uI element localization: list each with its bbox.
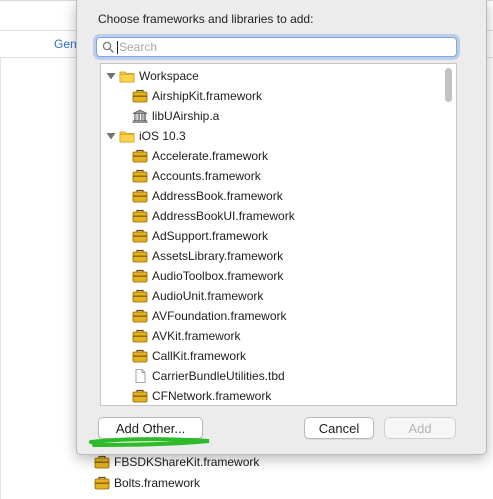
list-item[interactable]: CarrierBundleUtilities.tbd <box>101 366 441 386</box>
framework-toolbox-icon <box>132 209 148 223</box>
list-item-label: Workspace <box>139 69 199 83</box>
linked-framework-label: Bolts.framework <box>114 476 201 490</box>
list-item[interactable]: AVFoundation.framework <box>101 306 441 326</box>
list-item[interactable]: Accounts.framework <box>101 166 441 186</box>
framework-toolbox-icon <box>132 149 148 163</box>
framework-toolbox-icon <box>132 169 148 183</box>
list-item[interactable]: CFNetwork.framework <box>101 386 441 405</box>
left-divider <box>0 58 1 499</box>
list-item[interactable]: CallKit.framework <box>101 346 441 366</box>
disclosure-triangle-icon[interactable] <box>105 130 117 142</box>
linked-framework-item[interactable]: Bolts.framework <box>94 473 200 493</box>
document-icon <box>132 369 148 383</box>
add-button[interactable]: Add <box>384 417 456 439</box>
list-item-label: AVFoundation.framework <box>152 309 287 323</box>
framework-toolbox-icon <box>132 309 148 323</box>
list-item[interactable]: AudioToolbox.framework <box>101 266 441 286</box>
list-item-label: AssetsLibrary.framework <box>152 249 284 263</box>
list-group-row[interactable]: iOS 10.3 <box>101 126 441 146</box>
list-item[interactable]: AddressBook.framework <box>101 186 441 206</box>
disclosure-triangle-icon[interactable] <box>105 70 117 82</box>
text-caret <box>117 40 118 54</box>
tab-general[interactable]: General <box>54 37 76 51</box>
linked-framework-item[interactable]: FBSDKShareKit.framework <box>94 452 259 472</box>
framework-toolbox-icon <box>132 329 148 343</box>
list-item-label: AVKit.framework <box>152 329 241 343</box>
list-item[interactable]: AdSupport.framework <box>101 226 441 246</box>
list-item-label: AddressBook.framework <box>152 189 283 203</box>
list-item[interactable]: libUAirship.a <box>101 106 441 126</box>
linked-framework-label: FBSDKShareKit.framework <box>114 455 260 469</box>
list-item[interactable]: AirshipKit.framework <box>101 86 441 106</box>
framework-toolbox-icon <box>132 89 148 103</box>
cancel-button[interactable]: Cancel <box>304 417 374 439</box>
framework-list[interactable]: Workspace AirshipKit.framework libUAirship… <box>100 63 457 406</box>
framework-toolbox-icon <box>132 269 148 283</box>
list-item-label: CFNetwork.framework <box>152 389 272 403</box>
list-item[interactable]: AddressBookUI.framework <box>101 206 441 226</box>
framework-toolbox-icon <box>132 189 148 203</box>
list-item[interactable]: Accelerate.framework <box>101 146 441 166</box>
list-item-label: CallKit.framework <box>152 349 247 363</box>
list-item-label: iOS 10.3 <box>139 129 186 143</box>
search-input[interactable] <box>119 40 439 54</box>
list-item-label: AirshipKit.framework <box>152 89 263 103</box>
list-item-label: CarrierBundleUtilities.tbd <box>152 369 285 383</box>
list-item-label: AudioToolbox.framework <box>152 269 284 283</box>
list-item-label: Accounts.framework <box>152 169 261 183</box>
list-item-label: AddressBookUI.framework <box>152 209 295 223</box>
library-building-icon <box>132 109 148 123</box>
sheet-title: Choose frameworks and libraries to add: <box>98 12 314 26</box>
list-item-label: libUAirship.a <box>152 109 220 123</box>
list-item-label: AdSupport.framework <box>152 229 269 243</box>
framework-toolbox-icon <box>132 289 148 303</box>
list-item-label: AudioUnit.framework <box>152 289 264 303</box>
framework-toolbox-icon <box>94 476 110 490</box>
framework-toolbox-icon <box>132 229 148 243</box>
list-item[interactable]: AudioUnit.framework <box>101 286 441 306</box>
search-icon <box>102 41 114 53</box>
annotation-underline <box>89 437 210 447</box>
list-item-label: Accelerate.framework <box>152 149 269 163</box>
list-scrollbar[interactable] <box>445 68 452 102</box>
folder-icon <box>119 69 135 83</box>
list-group-row[interactable]: Workspace <box>101 66 441 86</box>
folder-icon <box>119 129 135 143</box>
framework-toolbox-icon <box>132 389 148 403</box>
framework-toolbox-icon <box>132 349 148 363</box>
list-item[interactable]: AssetsLibrary.framework <box>101 246 441 266</box>
list-item[interactable]: AVKit.framework <box>101 326 441 346</box>
add-frameworks-sheet: Choose frameworks and libraries to add: … <box>76 0 487 455</box>
framework-toolbox-icon <box>94 455 110 469</box>
search-field[interactable] <box>96 37 457 57</box>
framework-toolbox-icon <box>132 249 148 263</box>
